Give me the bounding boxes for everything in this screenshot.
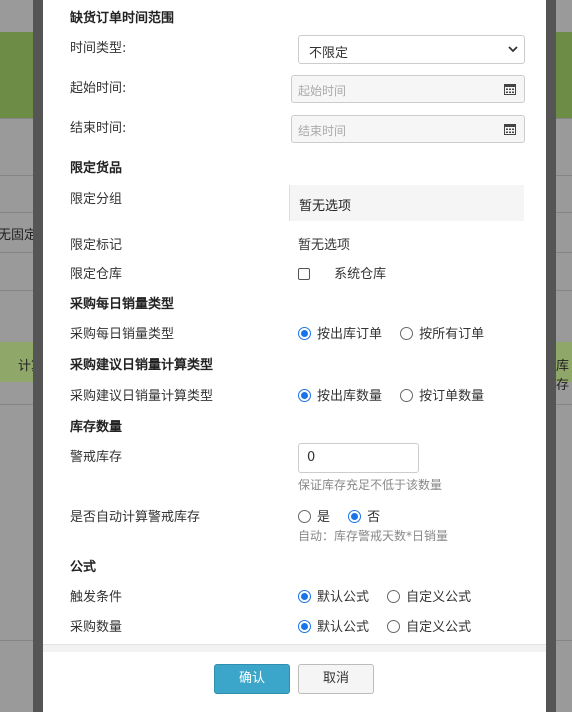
limit-warehouse-label: 限定仓库 [70,267,123,282]
section-title-stock-qty: 库存数量 [70,420,123,435]
purchase-qty-radio-group: 默认公式 自定义公式 [298,616,471,635]
end-time-input[interactable]: 结束时间 [291,115,525,143]
limit-mark-label: 限定标记 [70,238,123,253]
radio-trigger-default-label: 默认公式 [317,590,370,605]
daily-sales-label: 采购每日销量类型 [70,327,175,342]
radio-by-outbound-orders[interactable] [298,327,311,340]
section-title-suggest-calc-type: 采购建议日销量计算类型 [70,358,214,373]
cancel-button[interactable]: 取消 [298,664,374,694]
radio-by-outbound-qty-label: 按出库数量 [317,389,383,404]
system-warehouse-checkbox[interactable] [298,268,310,280]
radio-auto-no-label: 否 [367,510,381,525]
radio-qty-custom-label: 自定义公式 [406,620,472,635]
horizontal-scrollbar[interactable] [43,644,546,652]
auto-calc-hint: 自动：库存警戒天数*日销量 [298,529,449,543]
system-warehouse-label: 系统仓库 [334,267,387,282]
calendar-icon[interactable] [504,83,516,95]
radio-by-order-qty-label: 按订单数量 [419,389,485,404]
purchase-qty-label: 采购数量 [70,620,123,635]
trigger-radio-group: 默认公式 自定义公式 [298,586,471,605]
radio-by-order-qty[interactable] [400,389,414,402]
confirm-button[interactable]: 确认 [214,664,290,694]
radio-by-all-orders-label: 按所有订单 [419,327,485,342]
radio-trigger-custom[interactable] [387,590,401,603]
modal-footer: 确认 取消 [43,652,546,712]
time-type-select[interactable]: 不限定 [298,35,525,64]
section-title-limit-goods: 限定货品 [70,161,123,176]
calendar-icon[interactable] [504,123,516,135]
radio-trigger-default[interactable] [298,590,311,603]
alert-stock-hint: 保证库存充足不低于该数量 [298,478,443,492]
radio-qty-custom[interactable] [387,620,401,633]
radio-auto-yes-label: 是 [317,510,331,525]
limit-group-label: 限定分组 [70,192,123,207]
radio-auto-no[interactable] [348,510,362,523]
limit-group-options[interactable]: 暂无选项 [289,185,524,221]
background-text: 库存 [556,359,570,393]
radio-by-outbound-qty[interactable] [298,389,311,402]
time-type-value: 不限定 [309,46,349,61]
section-title-daily-sales-type: 采购每日销量类型 [70,297,175,312]
end-time-label: 结束时间: [70,121,127,136]
section-title-oos-time-range: 缺货订单时间范围 [70,11,175,26]
limit-mark-options: 暂无选项 [298,238,351,253]
suggest-calc-label: 采购建议日销量计算类型 [70,389,214,404]
start-time-label: 起始时间: [70,81,127,96]
limit-warehouse-control: 系统仓库 [298,263,386,282]
auto-calc-label: 是否自动计算警戒库存 [70,510,201,525]
radio-qty-default[interactable] [298,620,311,633]
section-title-formula: 公式 [70,560,97,575]
modal-body: 缺货订单时间范围 时间类型: 不限定 起始时间: 起始时间 结束时间: 结束时间… [43,0,546,652]
time-type-label: 时间类型: [70,41,127,56]
auto-calc-radio-group: 是 否 [298,506,380,525]
radio-by-all-orders[interactable] [400,327,414,340]
radio-qty-default-label: 默认公式 [317,620,370,635]
radio-trigger-custom-label: 自定义公式 [406,590,472,605]
chevron-down-icon [508,46,518,53]
settings-modal: 缺货订单时间范围 时间类型: 不限定 起始时间: 起始时间 结束时间: 结束时间… [43,0,546,712]
trigger-label: 触发条件 [70,590,123,605]
radio-auto-yes[interactable] [298,510,311,523]
end-time-placeholder: 结束时间 [298,124,347,138]
alert-stock-input[interactable]: 0 [298,443,419,473]
start-time-placeholder: 起始时间 [298,84,347,98]
start-time-input[interactable]: 起始时间 [291,75,525,103]
daily-sales-radio-group: 按出库订单 按所有订单 [298,323,484,342]
alert-stock-label: 警戒库存 [70,450,123,465]
radio-by-outbound-orders-label: 按出库订单 [317,327,383,342]
suggest-calc-radio-group: 按出库数量 按订单数量 [298,385,484,404]
